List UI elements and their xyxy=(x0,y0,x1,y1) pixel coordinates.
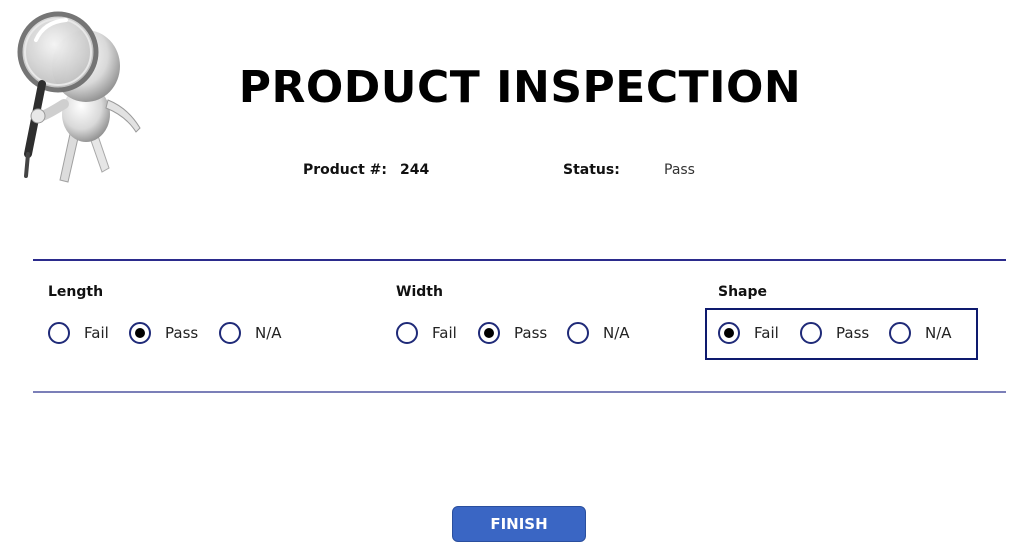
finish-button[interactable]: FINISH xyxy=(452,506,586,542)
option-label: N/A xyxy=(255,324,282,342)
shape-option-fail[interactable]: Fail xyxy=(718,320,779,346)
option-label: N/A xyxy=(925,324,952,342)
radio-button[interactable] xyxy=(889,322,911,344)
width-label: Width xyxy=(396,284,443,300)
option-label: Pass xyxy=(165,324,199,342)
width-option-pass[interactable]: Pass xyxy=(478,320,547,346)
radio-button[interactable] xyxy=(219,322,241,344)
option-label: N/A xyxy=(603,324,630,342)
product-number-label: Product #: xyxy=(303,162,387,178)
radio-button[interactable] xyxy=(48,322,70,344)
width-option-na[interactable]: N/A xyxy=(567,320,630,346)
section-divider-bottom xyxy=(33,391,1006,393)
status-label: Status: xyxy=(563,162,620,178)
length-option-pass[interactable]: Pass xyxy=(129,320,198,346)
width-option-fail[interactable]: Fail xyxy=(396,320,457,346)
option-label: Pass xyxy=(514,324,548,342)
inspection-screen: PRODUCT INSPECTION Product #: 244 Status… xyxy=(0,0,1024,552)
shape-option-na[interactable]: N/A xyxy=(889,320,952,346)
shape-option-pass[interactable]: Pass xyxy=(800,320,869,346)
radio-button[interactable] xyxy=(567,322,589,344)
shape-label: Shape xyxy=(718,284,768,300)
length-label: Length xyxy=(48,284,104,300)
radio-button-checked[interactable] xyxy=(718,322,740,344)
option-label: Pass xyxy=(836,324,870,342)
status-value: Pass xyxy=(664,162,695,178)
section-divider-top xyxy=(33,259,1006,261)
product-number-value: 244 xyxy=(400,162,430,178)
option-label: Fail xyxy=(754,324,779,342)
option-label: Fail xyxy=(432,324,457,342)
radio-button-checked[interactable] xyxy=(129,322,151,344)
length-option-fail[interactable]: Fail xyxy=(48,320,109,346)
radio-button[interactable] xyxy=(800,322,822,344)
length-option-na[interactable]: N/A xyxy=(219,320,282,346)
option-label: Fail xyxy=(84,324,109,342)
radio-button[interactable] xyxy=(396,322,418,344)
page-title: PRODUCT INSPECTION xyxy=(238,62,802,113)
magnifying-glass-mascot-icon xyxy=(17,11,141,183)
radio-button-checked[interactable] xyxy=(478,322,500,344)
